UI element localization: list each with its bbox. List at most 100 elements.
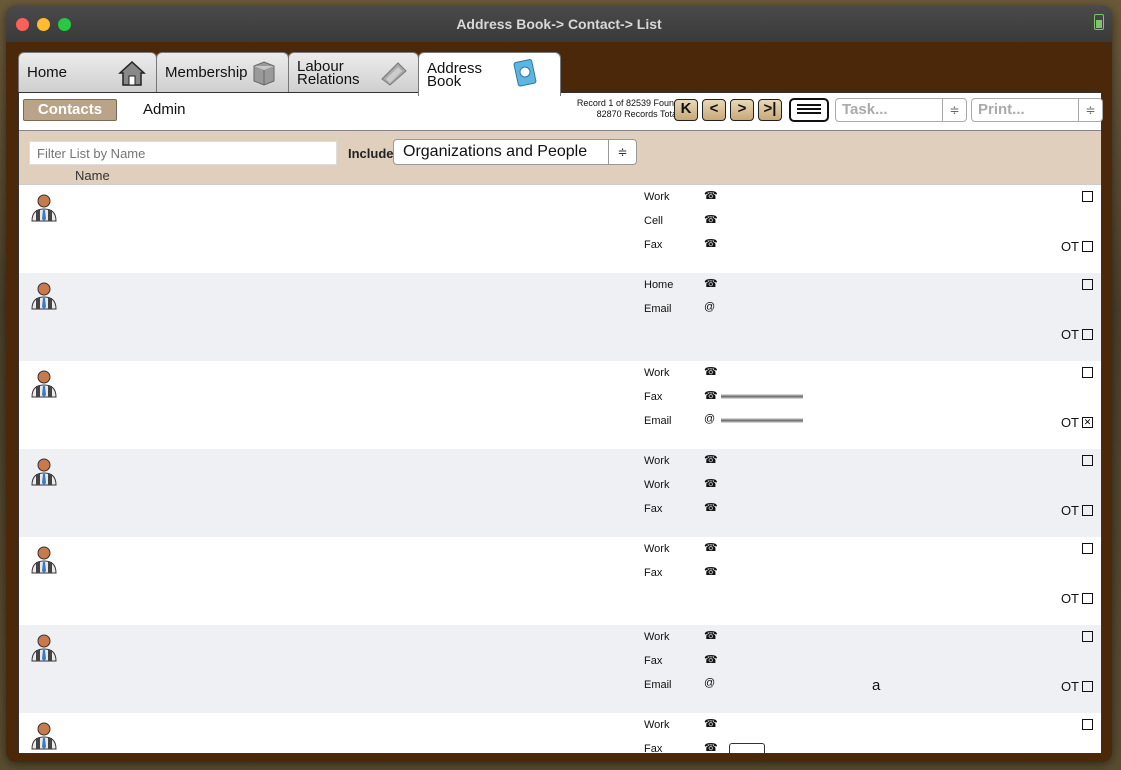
value-field[interactable]: [729, 743, 765, 755]
ot-checkbox[interactable]: [1082, 329, 1093, 340]
contact-detail[interactable]: Fax ☎: [644, 561, 844, 585]
email-icon[interactable]: @: [704, 677, 715, 689]
email-icon[interactable]: @: [704, 301, 715, 313]
phone-icon[interactable]: ☎: [704, 189, 718, 202]
contact-detail-label: Fax: [644, 391, 663, 403]
contact-detail[interactable]: Cell ☎: [644, 209, 844, 233]
phone-icon[interactable]: ☎: [704, 453, 718, 466]
ot-checkbox[interactable]: [1082, 593, 1093, 604]
select-checkbox[interactable]: [1082, 367, 1093, 378]
close-button[interactable]: [16, 18, 29, 31]
minimize-button[interactable]: [37, 18, 50, 31]
email-icon[interactable]: @: [704, 413, 715, 425]
ot-checkbox[interactable]: [1082, 505, 1093, 516]
zoom-button[interactable]: [58, 18, 71, 31]
contact-row[interactable]: Work ☎ Fax ☎ OT: [19, 537, 1101, 625]
select-checkbox[interactable]: [1082, 719, 1093, 730]
ot-label: OT: [1060, 503, 1079, 518]
contact-detail-label: Work: [644, 455, 670, 467]
phone-icon[interactable]: ☎: [704, 237, 718, 250]
filter-name-input[interactable]: [29, 141, 337, 165]
phone-icon[interactable]: ☎: [704, 365, 718, 378]
contact-detail[interactable]: Work ☎: [644, 449, 844, 473]
phone-icon[interactable]: ☎: [704, 213, 718, 226]
contact-detail[interactable]: Fax ☎: [644, 497, 844, 521]
address-book-icon: [513, 59, 537, 87]
include-select[interactable]: Organizations and People ≑: [393, 139, 637, 165]
include-label: Include: [348, 146, 394, 161]
admin-button[interactable]: Admin: [143, 101, 186, 118]
contacts-button[interactable]: Contacts: [23, 99, 117, 121]
phone-icon[interactable]: ☎: [704, 717, 718, 730]
chevron-updown-icon: ≑: [942, 99, 966, 121]
tab-home[interactable]: Home: [18, 52, 157, 92]
redacted-value: [721, 418, 803, 423]
prev-record-button[interactable]: <: [702, 99, 726, 121]
email-value: a: [872, 677, 881, 694]
contact-detail-label: Home: [644, 279, 674, 291]
tab-address-book[interactable]: Address Book: [418, 52, 561, 96]
contact-detail[interactable]: Email @: [644, 297, 844, 321]
ot-label: OT: [1060, 679, 1079, 694]
select-checkbox[interactable]: [1082, 191, 1093, 202]
phone-icon[interactable]: ☎: [704, 629, 718, 642]
phone-icon[interactable]: ☎: [704, 501, 718, 514]
last-record-button[interactable]: >|: [758, 99, 782, 121]
contact-detail[interactable]: Work ☎: [644, 713, 844, 737]
list-view-button[interactable]: [789, 98, 829, 122]
phone-icon[interactable]: ☎: [704, 741, 718, 754]
contact-detail[interactable]: Email @: [644, 409, 844, 433]
select-checkbox[interactable]: [1082, 631, 1093, 642]
contact-row[interactable]: Home ☎ Email @ OT: [19, 273, 1101, 361]
contact-detail[interactable]: Fax ☎: [644, 385, 844, 409]
contact-detail[interactable]: Fax ☎: [644, 233, 844, 257]
contact-row[interactable]: Work ☎ Fax ☎ Email @ a OT: [19, 625, 1101, 713]
phone-icon[interactable]: ☎: [704, 541, 718, 554]
contact-list: Work ☎ Cell ☎ Fax ☎ OT Home ☎ Email @ OT Work ☎ Fax ☎ Em…: [19, 185, 1101, 755]
contact-detail[interactable]: Work ☎: [644, 537, 844, 561]
contact-row[interactable]: Work ☎ Work ☎ Fax ☎ OT: [19, 449, 1101, 537]
contact-detail-label: Work: [644, 543, 670, 555]
contact-detail-label: Work: [644, 479, 670, 491]
select-checkbox[interactable]: [1082, 279, 1093, 290]
print-dropdown[interactable]: Print... ≑: [971, 98, 1103, 122]
first-record-button[interactable]: K: [674, 99, 698, 121]
contact-detail-label: Fax: [644, 743, 663, 755]
contact-detail[interactable]: Work ☎: [644, 361, 844, 385]
ot-label: OT: [1060, 415, 1079, 430]
next-record-button[interactable]: >: [730, 99, 754, 121]
tab-home-label: Home: [27, 64, 68, 81]
contact-detail[interactable]: Fax ☎: [644, 737, 844, 755]
contact-detail[interactable]: Fax ☎: [644, 649, 844, 673]
ot-checkbox[interactable]: ✕: [1082, 417, 1093, 428]
contact-detail-label: Work: [644, 631, 670, 643]
phone-icon[interactable]: ☎: [704, 565, 718, 578]
contact-detail[interactable]: Work ☎: [644, 185, 844, 209]
tab-labour-relations[interactable]: Labour Relations: [288, 52, 419, 92]
tab-membership-label: Membership: [165, 64, 248, 81]
main-tabs: Home Membership Labour Relations Address…: [18, 52, 561, 96]
contact-detail[interactable]: Email @ a: [644, 673, 880, 697]
ot-checkbox[interactable]: [1082, 681, 1093, 692]
contact-row[interactable]: Work ☎ Fax ☎ Email @ OT ✕: [19, 361, 1101, 449]
contact-detail[interactable]: Work ☎: [644, 473, 844, 497]
tab-membership[interactable]: Membership: [156, 52, 289, 92]
contact-detail-label: Work: [644, 191, 670, 203]
ot-label: OT: [1060, 327, 1079, 342]
contact-detail[interactable]: Home ☎: [644, 273, 844, 297]
select-checkbox[interactable]: [1082, 543, 1093, 554]
contact-detail[interactable]: Work ☎: [644, 625, 844, 649]
contact-row[interactable]: Work ☎ Fax ☎: [19, 713, 1101, 755]
phone-icon[interactable]: ☎: [704, 653, 718, 666]
phone-icon[interactable]: ☎: [704, 389, 718, 402]
record-info: Record 1 of 82539 Found 82870 Records To…: [489, 98, 679, 120]
name-column-header[interactable]: Name: [75, 168, 110, 183]
phone-icon[interactable]: ☎: [704, 277, 718, 290]
phone-icon[interactable]: ☎: [704, 477, 718, 490]
ot-checkbox[interactable]: [1082, 241, 1093, 252]
contact-row[interactable]: Work ☎ Cell ☎ Fax ☎ OT: [19, 185, 1101, 273]
ot-label: OT: [1060, 239, 1079, 254]
task-dropdown[interactable]: Task... ≑: [835, 98, 967, 122]
select-checkbox[interactable]: [1082, 455, 1093, 466]
window-controls: [16, 18, 71, 31]
